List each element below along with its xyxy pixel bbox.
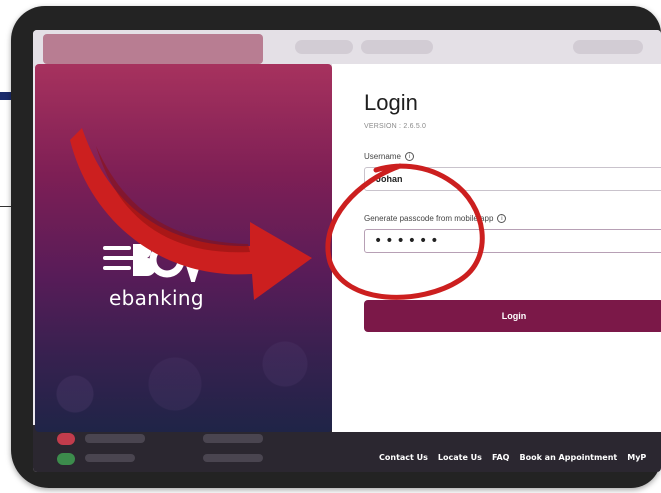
background-pill bbox=[361, 40, 433, 54]
username-label: Username bbox=[364, 152, 401, 161]
footer-links: Contact Us Locate Us FAQ Book an Appoint… bbox=[379, 453, 661, 467]
logo-text: ebanking bbox=[109, 286, 204, 310]
background-block bbox=[203, 434, 263, 443]
footer-link-locate[interactable]: Locate Us bbox=[438, 453, 482, 467]
username-field[interactable]: Johan bbox=[364, 167, 661, 191]
footer-link-appointment[interactable]: Book an Appointment bbox=[519, 453, 617, 467]
tablet-screen: ebanking Login VERSION : 2.6.5.0 Usernam… bbox=[33, 30, 661, 472]
brand-panel: ebanking bbox=[35, 64, 332, 432]
bov-logo-mark-icon bbox=[103, 242, 207, 282]
passcode-label: Generate passcode from mobile app bbox=[364, 214, 494, 223]
background-pill bbox=[573, 40, 643, 54]
background-dot bbox=[57, 433, 75, 445]
footer-link-myp[interactable]: MyP bbox=[627, 453, 646, 467]
info-icon[interactable]: i bbox=[404, 152, 414, 161]
passcode-value: •••••• bbox=[374, 233, 442, 249]
login-button[interactable]: Login bbox=[364, 300, 661, 332]
passcode-field[interactable]: •••••• bbox=[364, 229, 661, 253]
username-value: Johan bbox=[376, 174, 403, 184]
background-block bbox=[203, 454, 263, 462]
page-title: Login bbox=[364, 90, 418, 115]
username-label-row: Username i bbox=[364, 152, 414, 161]
background-dot bbox=[57, 453, 75, 465]
login-form: Login VERSION : 2.6.5.0 Username i Johan… bbox=[332, 64, 661, 432]
tablet-device: ebanking Login VERSION : 2.6.5.0 Usernam… bbox=[11, 6, 661, 488]
info-icon[interactable]: i bbox=[497, 214, 507, 223]
passcode-label-row: Generate passcode from mobile app i bbox=[364, 214, 507, 223]
background-pill bbox=[295, 40, 353, 54]
footer-link-contact[interactable]: Contact Us bbox=[379, 453, 428, 467]
background-header-block bbox=[43, 34, 263, 64]
footer-link-faq[interactable]: FAQ bbox=[492, 453, 510, 467]
background-block bbox=[85, 434, 145, 443]
version-label: VERSION : 2.6.5.0 bbox=[364, 123, 427, 130]
background-block bbox=[85, 454, 135, 462]
